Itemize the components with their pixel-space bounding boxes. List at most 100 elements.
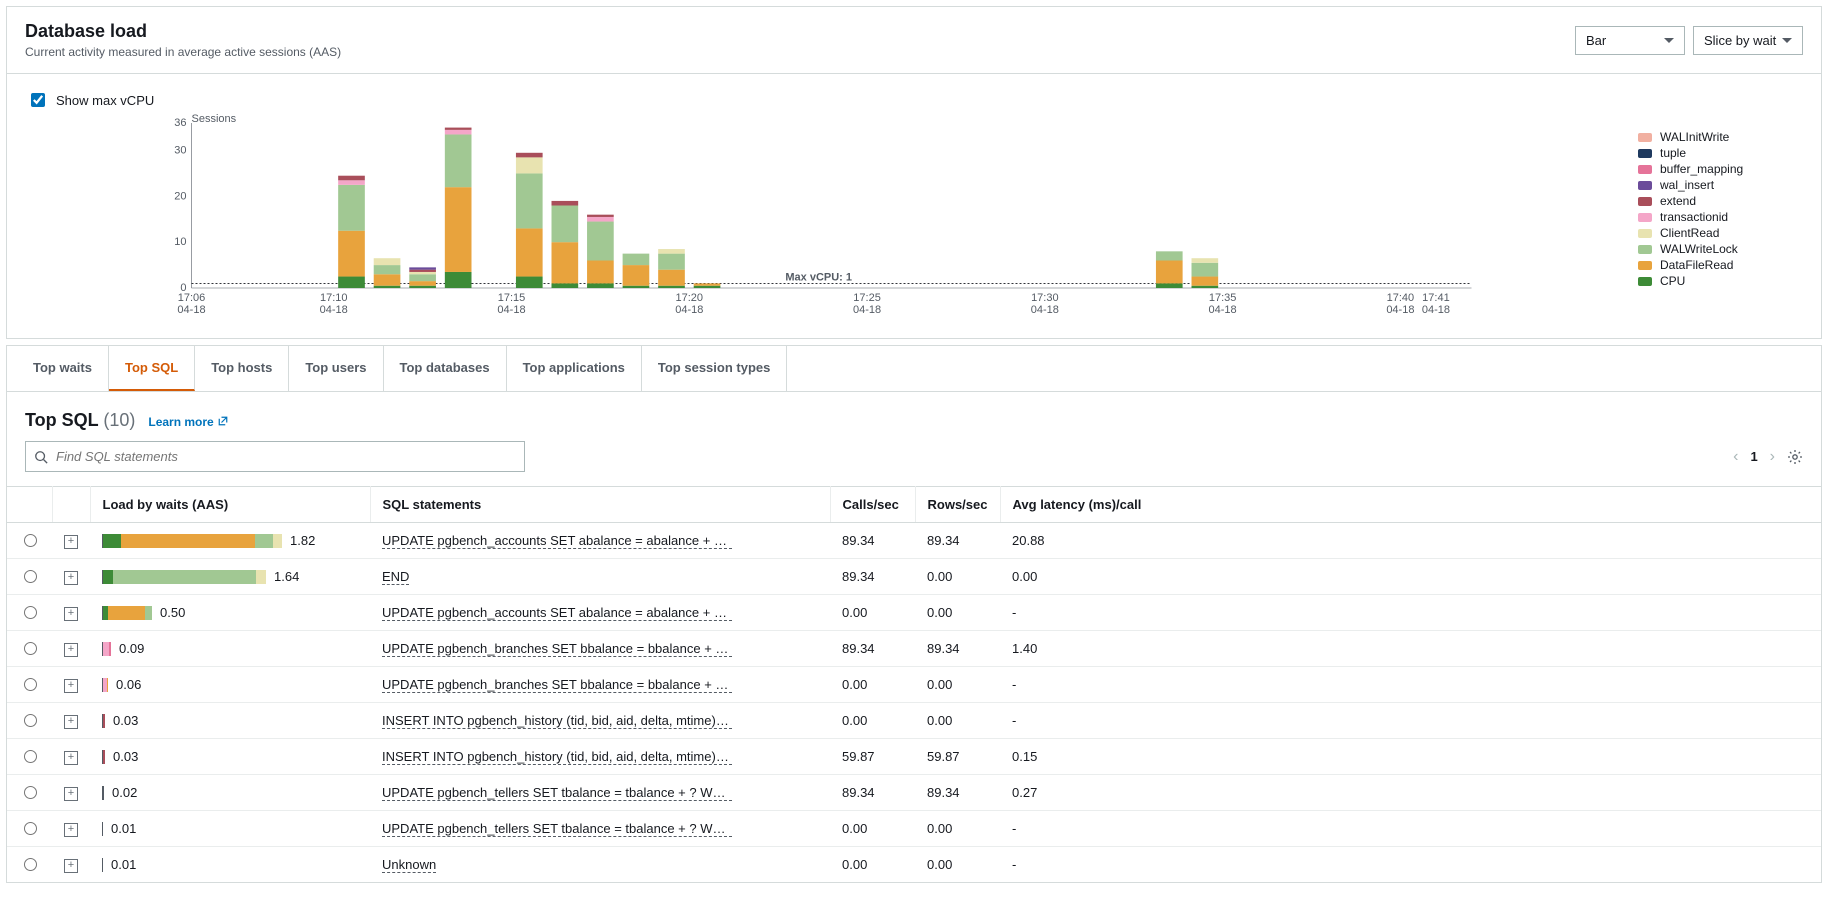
legend-item[interactable]: transactionid — [1638, 210, 1803, 224]
legend-item[interactable]: tuple — [1638, 146, 1803, 160]
load-bar: 0.09 — [102, 641, 358, 656]
col-lat[interactable]: Avg latency (ms)/call — [1000, 487, 1821, 523]
sql-statement-link[interactable]: INSERT INTO pgbench_history (tid, bid, a… — [382, 713, 732, 729]
sql-statement-link[interactable]: UPDATE pgbench_accounts SET abalance = a… — [382, 533, 732, 549]
calls-cell: 0.00 — [830, 703, 915, 739]
expand-row-button[interactable]: + — [64, 571, 78, 585]
tab-top-users[interactable]: Top users — [289, 346, 383, 391]
row-select-radio[interactable] — [24, 606, 37, 619]
pager-prev-button[interactable]: ‹ — [1733, 448, 1738, 466]
slice-by-select[interactable]: Slice by wait — [1693, 26, 1803, 55]
chevron-down-icon — [1782, 38, 1792, 43]
expand-row-button[interactable]: + — [64, 679, 78, 693]
tab-top-waits[interactable]: Top waits — [17, 346, 109, 391]
col-calls[interactable]: Calls/sec — [830, 487, 915, 523]
show-max-vcpu-checkbox[interactable] — [31, 93, 45, 107]
load-value: 0.06 — [116, 677, 141, 692]
pager-next-button[interactable]: › — [1770, 448, 1775, 466]
chart-type-value: Bar — [1586, 33, 1606, 48]
svg-text:17:35: 17:35 — [1209, 292, 1237, 304]
load-bar-segment — [103, 750, 105, 764]
legend-label: wal_insert — [1660, 178, 1714, 192]
legend-swatch — [1638, 261, 1652, 270]
load-value: 1.64 — [274, 569, 299, 584]
sql-search-box[interactable] — [25, 441, 525, 472]
latency-cell: 1.40 — [1000, 631, 1821, 667]
top-sql-count: (10) — [103, 410, 135, 430]
sql-statement-link[interactable]: UPDATE pgbench_tellers SET tbalance = tb… — [382, 821, 732, 837]
expand-row-button[interactable]: + — [64, 715, 78, 729]
sql-statement-link[interactable]: UPDATE pgbench_tellers SET tbalance = tb… — [382, 785, 732, 801]
legend-item[interactable]: WALInitWrite — [1638, 130, 1803, 144]
calls-cell: 0.00 — [830, 667, 915, 703]
load-bar-segment — [255, 534, 273, 548]
expand-row-button[interactable]: + — [64, 751, 78, 765]
db-load-title: Database load — [25, 21, 341, 42]
top-sql-toolbar: ‹ 1 › — [7, 441, 1821, 486]
legend-label: CPU — [1660, 274, 1685, 288]
legend-item[interactable]: wal_insert — [1638, 178, 1803, 192]
load-bar: 1.64 — [102, 569, 358, 584]
col-load[interactable]: Load by waits (AAS) — [90, 487, 370, 523]
expand-row-button[interactable]: + — [64, 535, 78, 549]
sql-statement-link[interactable]: UPDATE pgbench_accounts SET abalance = a… — [382, 605, 732, 621]
sql-statement-link[interactable]: UPDATE pgbench_branches SET bbalance = b… — [382, 677, 732, 693]
row-select-radio[interactable] — [24, 534, 37, 547]
database-load-panel: Database load Current activity measured … — [6, 6, 1822, 339]
calls-cell: 0.00 — [830, 847, 915, 883]
chart-legend: WALInitWrite tuple buffer_mapping wal_in… — [1638, 118, 1803, 290]
rows-cell: 0.00 — [915, 847, 1000, 883]
table-row: + 0.01 UPDATE pgbench_tellers SET tbalan… — [7, 811, 1821, 847]
expand-row-button[interactable]: + — [64, 823, 78, 837]
tab-top-applications[interactable]: Top applications — [507, 346, 642, 391]
legend-item[interactable]: CPU — [1638, 274, 1803, 288]
show-max-vcpu-toggle[interactable]: Show max vCPU — [27, 90, 1803, 110]
legend-item[interactable]: extend — [1638, 194, 1803, 208]
sql-statement-link[interactable]: Unknown — [382, 857, 436, 873]
latency-cell: 0.00 — [1000, 559, 1821, 595]
expand-row-button[interactable]: + — [64, 607, 78, 621]
learn-more-link[interactable]: Learn more — [148, 415, 229, 429]
col-sql[interactable]: SQL statements — [370, 487, 830, 523]
load-bar-segment — [103, 786, 104, 800]
legend-item[interactable]: buffer_mapping — [1638, 162, 1803, 176]
tab-top-sql[interactable]: Top SQL — [109, 346, 195, 391]
chart-area: Show max vCPU Sessions010203036Max vCPU:… — [7, 74, 1821, 338]
latency-cell: - — [1000, 811, 1821, 847]
expand-row-button[interactable]: + — [64, 859, 78, 873]
legend-label: buffer_mapping — [1660, 162, 1743, 176]
load-bar-segment — [108, 606, 145, 620]
table-row: + 0.50 UPDATE pgbench_accounts SET abala… — [7, 595, 1821, 631]
svg-text:04-18: 04-18 — [853, 304, 881, 316]
top-sql-header: Top SQL (10) Learn more — [7, 392, 1821, 441]
col-rows[interactable]: Rows/sec — [915, 487, 1000, 523]
sql-statement-link[interactable]: END — [382, 569, 409, 585]
rows-cell: 0.00 — [915, 667, 1000, 703]
expand-row-button[interactable]: + — [64, 643, 78, 657]
row-select-radio[interactable] — [24, 822, 37, 835]
tab-top-hosts[interactable]: Top hosts — [195, 346, 289, 391]
tab-top-databases[interactable]: Top databases — [384, 346, 507, 391]
row-select-radio[interactable] — [24, 570, 37, 583]
rows-cell: 89.34 — [915, 775, 1000, 811]
row-select-radio[interactable] — [24, 858, 37, 871]
sql-search-input[interactable] — [54, 448, 516, 465]
legend-item[interactable]: DataFileRead — [1638, 258, 1803, 272]
table-row: + 0.03 INSERT INTO pgbench_history (tid,… — [7, 703, 1821, 739]
legend-item[interactable]: ClientRead — [1638, 226, 1803, 240]
row-select-radio[interactable] — [24, 642, 37, 655]
row-select-radio[interactable] — [24, 714, 37, 727]
db-load-chart[interactable]: Sessions010203036Max vCPU: 117:0604-1817… — [25, 118, 1608, 318]
row-select-radio[interactable] — [24, 678, 37, 691]
sql-statement-link[interactable]: UPDATE pgbench_branches SET bbalance = b… — [382, 641, 732, 657]
sql-statement-link[interactable]: INSERT INTO pgbench_history (tid, bid, a… — [382, 749, 732, 765]
rows-cell: 89.34 — [915, 631, 1000, 667]
settings-gear-icon[interactable] — [1787, 449, 1803, 465]
row-select-radio[interactable] — [24, 786, 37, 799]
tab-top-session-types[interactable]: Top session types — [642, 346, 787, 391]
legend-item[interactable]: WALWriteLock — [1638, 242, 1803, 256]
svg-text:04-18: 04-18 — [1031, 304, 1059, 316]
expand-row-button[interactable]: + — [64, 787, 78, 801]
chart-type-select[interactable]: Bar — [1575, 26, 1685, 55]
row-select-radio[interactable] — [24, 750, 37, 763]
